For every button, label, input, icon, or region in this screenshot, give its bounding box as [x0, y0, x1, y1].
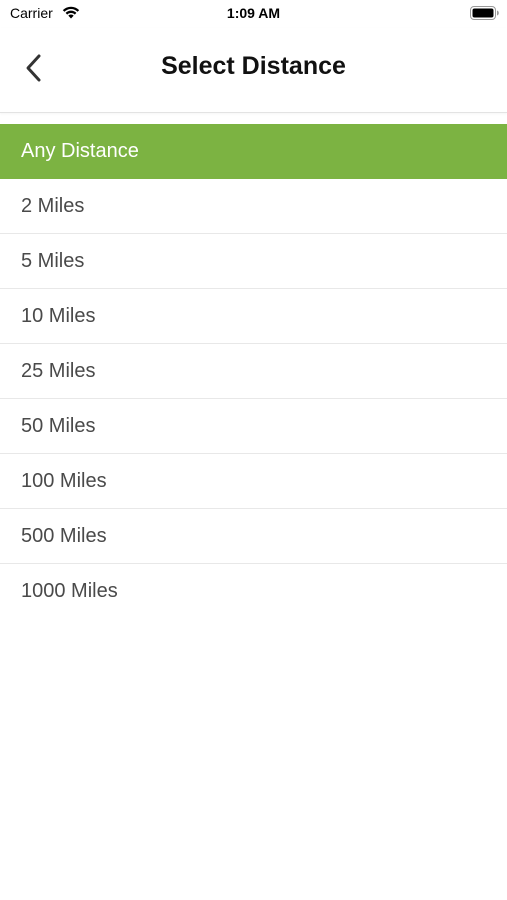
distance-option-100-miles[interactable]: 100 Miles	[0, 454, 507, 509]
distance-option-1000-miles[interactable]: 1000 Miles	[0, 564, 507, 619]
distance-list: Any Distance 2 Miles 5 Miles 10 Miles 25…	[0, 124, 507, 619]
status-time: 1:09 AM	[226, 5, 281, 21]
distance-option-25-miles[interactable]: 25 Miles	[0, 344, 507, 399]
page-title: Select Distance	[161, 52, 346, 80]
distance-option-5-miles[interactable]: 5 Miles	[0, 234, 507, 289]
distance-option-any[interactable]: Any Distance	[0, 124, 507, 179]
battery-icon	[470, 6, 499, 20]
distance-option-10-miles[interactable]: 10 Miles	[0, 289, 507, 344]
status-bar: Carrier 1:09 AM	[0, 0, 507, 28]
distance-option-50-miles[interactable]: 50 Miles	[0, 399, 507, 454]
navigation-bar: Select Distance	[0, 28, 507, 113]
distance-option-500-miles[interactable]: 500 Miles	[0, 509, 507, 564]
distance-option-2-miles[interactable]: 2 Miles	[0, 179, 507, 234]
